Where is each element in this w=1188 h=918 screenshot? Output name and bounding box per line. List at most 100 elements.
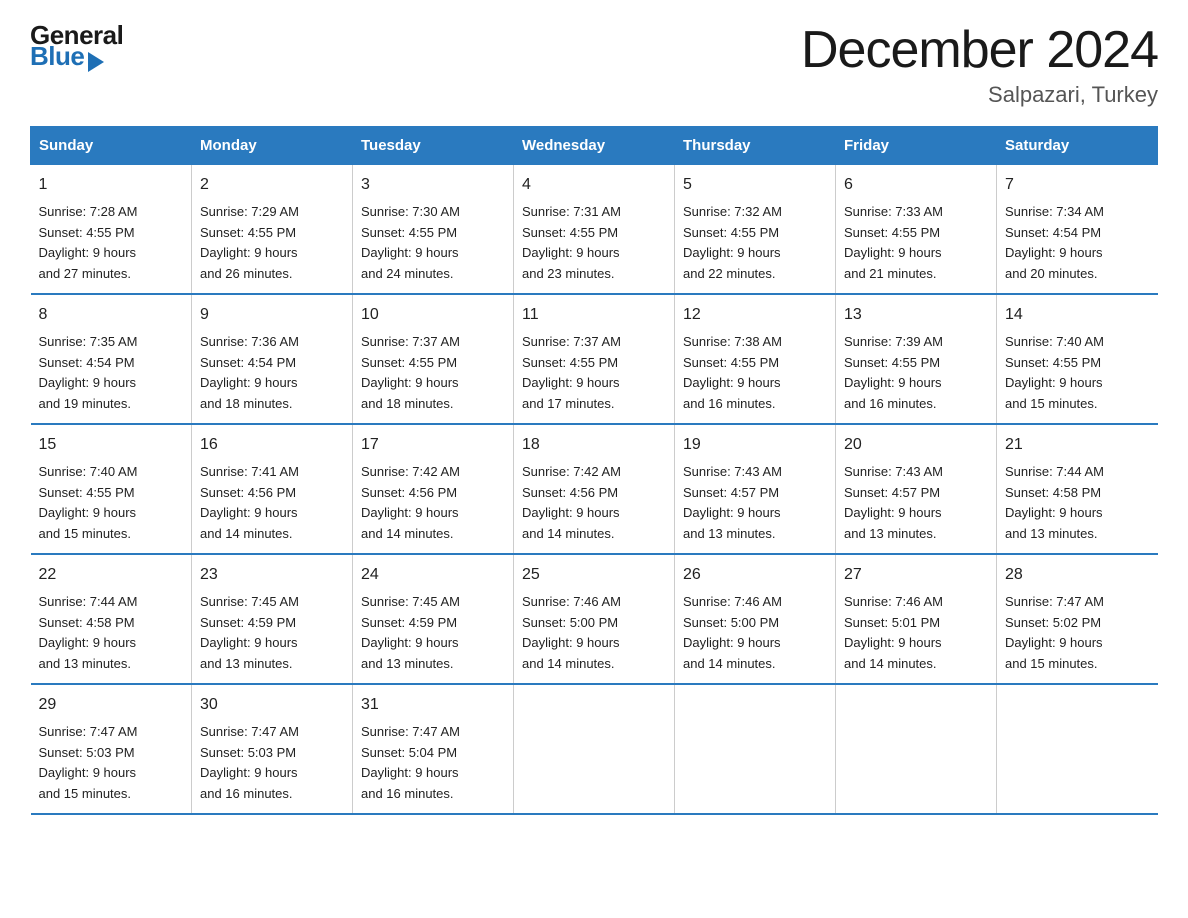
day-number: 28 xyxy=(1005,563,1150,588)
header-sunday: Sunday xyxy=(31,127,192,165)
cell-content: Sunrise: 7:37 AMSunset: 4:55 PMDaylight:… xyxy=(361,332,505,415)
cell-1-7: 7Sunrise: 7:34 AMSunset: 4:54 PMDaylight… xyxy=(997,165,1158,294)
cell-1-2: 2 Sunrise: 7:29 AMSunset: 4:55 PMDaylight… xyxy=(192,165,353,294)
cell-4-1: 22 Sunrise: 7:44 AMSunset: 4:58 PMDayligh… xyxy=(31,554,192,684)
cell-content: Sunrise: 7:37 AMSunset: 4:55 PMDaylight:… xyxy=(522,332,666,415)
cell-content: Sunrise: 7:38 AMSunset: 4:55 PMDaylight:… xyxy=(683,332,827,415)
cell-2-7: 14Sunrise: 7:40 AMSunset: 4:55 PMDayligh… xyxy=(997,294,1158,424)
day-number: 14 xyxy=(1005,303,1150,328)
cell-content: Sunrise: 7:45 AMSunset: 4:59 PMDaylight:… xyxy=(361,592,505,675)
day-number: 24 xyxy=(361,563,505,588)
day-number: 13 xyxy=(844,303,988,328)
cell-content: Sunrise: 7:44 AMSunset: 4:58 PMDaylight:… xyxy=(1005,462,1150,545)
logo-blue-text: Blue xyxy=(30,41,84,72)
cell-2-1: 8 Sunrise: 7:35 AMSunset: 4:54 PMDaylight… xyxy=(31,294,192,424)
cell-content: Sunrise: 7:32 AMSunset: 4:55 PMDaylight:… xyxy=(683,202,827,285)
day-number: 1 xyxy=(39,173,184,198)
cell-3-7: 21 Sunrise: 7:44 AMSunset: 4:58 PMDayligh… xyxy=(997,424,1158,554)
cell-5-2: 30 Sunrise: 7:47 AMSunset: 5:03 PMDayligh… xyxy=(192,684,353,814)
header-monday: Monday xyxy=(192,127,353,165)
cell-5-1: 29 Sunrise: 7:47 AMSunset: 5:03 PMDayligh… xyxy=(31,684,192,814)
cell-content: Sunrise: 7:46 AMSunset: 5:00 PMDaylight:… xyxy=(522,592,666,675)
day-number: 31 xyxy=(361,693,505,718)
day-number: 8 xyxy=(39,303,184,328)
logo-triangle-icon xyxy=(88,52,104,72)
week-row-4: 22 Sunrise: 7:44 AMSunset: 4:58 PMDayligh… xyxy=(31,554,1158,684)
cell-3-5: 19 Sunrise: 7:43 AMSunset: 4:57 PMDayligh… xyxy=(675,424,836,554)
cell-content: Sunrise: 7:40 AMSunset: 4:55 PMDaylight:… xyxy=(39,462,184,545)
header-thursday: Thursday xyxy=(675,127,836,165)
cell-4-7: 28Sunrise: 7:47 AMSunset: 5:02 PMDayligh… xyxy=(997,554,1158,684)
cell-content: Sunrise: 7:45 AMSunset: 4:59 PMDaylight:… xyxy=(200,592,344,675)
day-number: 7 xyxy=(1005,173,1150,198)
day-number: 10 xyxy=(361,303,505,328)
cell-4-4: 25 Sunrise: 7:46 AMSunset: 5:00 PMDayligh… xyxy=(514,554,675,684)
cell-content: Sunrise: 7:29 AMSunset: 4:55 PMDaylight:… xyxy=(200,202,344,285)
cell-1-5: 5 Sunrise: 7:32 AMSunset: 4:55 PMDaylight… xyxy=(675,165,836,294)
logo: General Blue xyxy=(30,20,145,72)
cell-5-7 xyxy=(997,684,1158,814)
week-row-5: 29 Sunrise: 7:47 AMSunset: 5:03 PMDayligh… xyxy=(31,684,1158,814)
cell-content: Sunrise: 7:47 AMSunset: 5:03 PMDaylight:… xyxy=(39,722,184,805)
cell-4-6: 27Sunrise: 7:46 AMSunset: 5:01 PMDayligh… xyxy=(836,554,997,684)
cell-2-3: 10 Sunrise: 7:37 AMSunset: 4:55 PMDayligh… xyxy=(353,294,514,424)
day-number: 22 xyxy=(39,563,184,588)
cell-2-6: 13 Sunrise: 7:39 AMSunset: 4:55 PMDayligh… xyxy=(836,294,997,424)
week-row-3: 15Sunrise: 7:40 AMSunset: 4:55 PMDayligh… xyxy=(31,424,1158,554)
day-number: 17 xyxy=(361,433,505,458)
cell-content: Sunrise: 7:44 AMSunset: 4:58 PMDaylight:… xyxy=(39,592,184,675)
day-number: 3 xyxy=(361,173,505,198)
cell-content: Sunrise: 7:42 AMSunset: 4:56 PMDaylight:… xyxy=(361,462,505,545)
cell-1-4: 4 Sunrise: 7:31 AMSunset: 4:55 PMDaylight… xyxy=(514,165,675,294)
cell-4-3: 24 Sunrise: 7:45 AMSunset: 4:59 PMDayligh… xyxy=(353,554,514,684)
cell-4-2: 23 Sunrise: 7:45 AMSunset: 4:59 PMDayligh… xyxy=(192,554,353,684)
page-title: December 2024 xyxy=(801,20,1158,80)
cell-content: Sunrise: 7:35 AMSunset: 4:54 PMDaylight:… xyxy=(39,332,184,415)
day-number: 25 xyxy=(522,563,666,588)
cell-content: Sunrise: 7:47 AMSunset: 5:04 PMDaylight:… xyxy=(361,722,505,805)
cell-2-4: 11Sunrise: 7:37 AMSunset: 4:55 PMDayligh… xyxy=(514,294,675,424)
day-number: 2 xyxy=(200,173,344,198)
calendar-header-row: SundayMondayTuesdayWednesdayThursdayFrid… xyxy=(31,127,1158,165)
page-header: General Blue December 2024 Salpazari, Tu… xyxy=(30,20,1158,108)
day-number: 26 xyxy=(683,563,827,588)
cell-3-1: 15Sunrise: 7:40 AMSunset: 4:55 PMDayligh… xyxy=(31,424,192,554)
day-number: 9 xyxy=(200,303,344,328)
cell-content: Sunrise: 7:31 AMSunset: 4:55 PMDaylight:… xyxy=(522,202,666,285)
header-tuesday: Tuesday xyxy=(353,127,514,165)
week-row-2: 8 Sunrise: 7:35 AMSunset: 4:54 PMDaylight… xyxy=(31,294,1158,424)
cell-2-2: 9Sunrise: 7:36 AMSunset: 4:54 PMDaylight… xyxy=(192,294,353,424)
cell-4-5: 26 Sunrise: 7:46 AMSunset: 5:00 PMDayligh… xyxy=(675,554,836,684)
week-row-1: 1 Sunrise: 7:28 AMSunset: 4:55 PMDaylight… xyxy=(31,165,1158,294)
cell-content: Sunrise: 7:46 AMSunset: 5:01 PMDaylight:… xyxy=(844,592,988,675)
page-subtitle: Salpazari, Turkey xyxy=(801,82,1158,108)
cell-content: Sunrise: 7:33 AMSunset: 4:55 PMDaylight:… xyxy=(844,202,988,285)
cell-3-2: 16 Sunrise: 7:41 AMSunset: 4:56 PMDayligh… xyxy=(192,424,353,554)
cell-1-3: 3Sunrise: 7:30 AMSunset: 4:55 PMDaylight… xyxy=(353,165,514,294)
cell-2-5: 12Sunrise: 7:38 AMSunset: 4:55 PMDayligh… xyxy=(675,294,836,424)
cell-content: Sunrise: 7:39 AMSunset: 4:55 PMDaylight:… xyxy=(844,332,988,415)
cell-content: Sunrise: 7:28 AMSunset: 4:55 PMDaylight:… xyxy=(39,202,184,285)
day-number: 20 xyxy=(844,433,988,458)
cell-content: Sunrise: 7:42 AMSunset: 4:56 PMDaylight:… xyxy=(522,462,666,545)
day-number: 29 xyxy=(39,693,184,718)
cell-5-4 xyxy=(514,684,675,814)
day-number: 4 xyxy=(522,173,666,198)
calendar-table: SundayMondayTuesdayWednesdayThursdayFrid… xyxy=(30,126,1158,815)
cell-content: Sunrise: 7:47 AMSunset: 5:03 PMDaylight:… xyxy=(200,722,344,805)
day-number: 5 xyxy=(683,173,827,198)
day-number: 23 xyxy=(200,563,344,588)
header-friday: Friday xyxy=(836,127,997,165)
day-number: 19 xyxy=(683,433,827,458)
cell-5-5 xyxy=(675,684,836,814)
cell-1-6: 6Sunrise: 7:33 AMSunset: 4:55 PMDaylight… xyxy=(836,165,997,294)
cell-content: Sunrise: 7:41 AMSunset: 4:56 PMDaylight:… xyxy=(200,462,344,545)
cell-content: Sunrise: 7:43 AMSunset: 4:57 PMDaylight:… xyxy=(683,462,827,545)
day-number: 21 xyxy=(1005,433,1150,458)
day-number: 16 xyxy=(200,433,344,458)
cell-3-3: 17 Sunrise: 7:42 AMSunset: 4:56 PMDayligh… xyxy=(353,424,514,554)
day-number: 30 xyxy=(200,693,344,718)
cell-5-6 xyxy=(836,684,997,814)
cell-3-6: 20Sunrise: 7:43 AMSunset: 4:57 PMDayligh… xyxy=(836,424,997,554)
cell-content: Sunrise: 7:46 AMSunset: 5:00 PMDaylight:… xyxy=(683,592,827,675)
